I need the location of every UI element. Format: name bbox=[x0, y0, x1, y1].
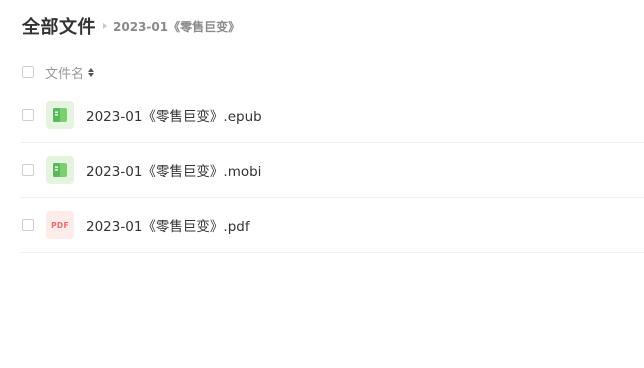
ebook-icon bbox=[46, 101, 74, 129]
sort-icon[interactable] bbox=[88, 66, 95, 78]
select-all-checkbox[interactable] bbox=[22, 66, 34, 78]
file-name[interactable]: 2023-01《零售巨变》.epub bbox=[86, 105, 262, 125]
file-checkbox[interactable] bbox=[22, 109, 34, 121]
column-header-filename[interactable]: 文件名 bbox=[45, 63, 84, 82]
file-row[interactable]: 2023-01《零售巨变》.epub bbox=[20, 88, 644, 143]
breadcrumb-root[interactable]: 全部文件 bbox=[22, 13, 96, 39]
pdf-icon-label: PDF bbox=[51, 220, 69, 230]
breadcrumb: 全部文件 2023-01《零售巨变》 bbox=[22, 12, 240, 40]
file-checkbox[interactable] bbox=[22, 164, 34, 176]
list-header: 文件名 bbox=[22, 61, 95, 83]
breadcrumb-separator-icon bbox=[103, 23, 107, 29]
file-name[interactable]: 2023-01《零售巨变》.pdf bbox=[86, 215, 250, 235]
file-row[interactable]: 2023-01《零售巨变》.mobi bbox=[20, 143, 644, 198]
breadcrumb-current: 2023-01《零售巨变》 bbox=[113, 19, 241, 34]
file-browser: 全部文件 2023-01《零售巨变》 文件名 2023-01《零售巨变》.epu… bbox=[0, 0, 644, 368]
file-row[interactable]: PDF 2023-01《零售巨变》.pdf bbox=[20, 198, 644, 253]
pdf-icon: PDF bbox=[46, 211, 74, 239]
file-list: 2023-01《零售巨变》.epub 2023-01《零售巨变》.mobi PD… bbox=[20, 88, 644, 253]
file-checkbox[interactable] bbox=[22, 219, 34, 231]
ebook-icon bbox=[46, 156, 74, 184]
file-name[interactable]: 2023-01《零售巨变》.mobi bbox=[86, 160, 261, 180]
